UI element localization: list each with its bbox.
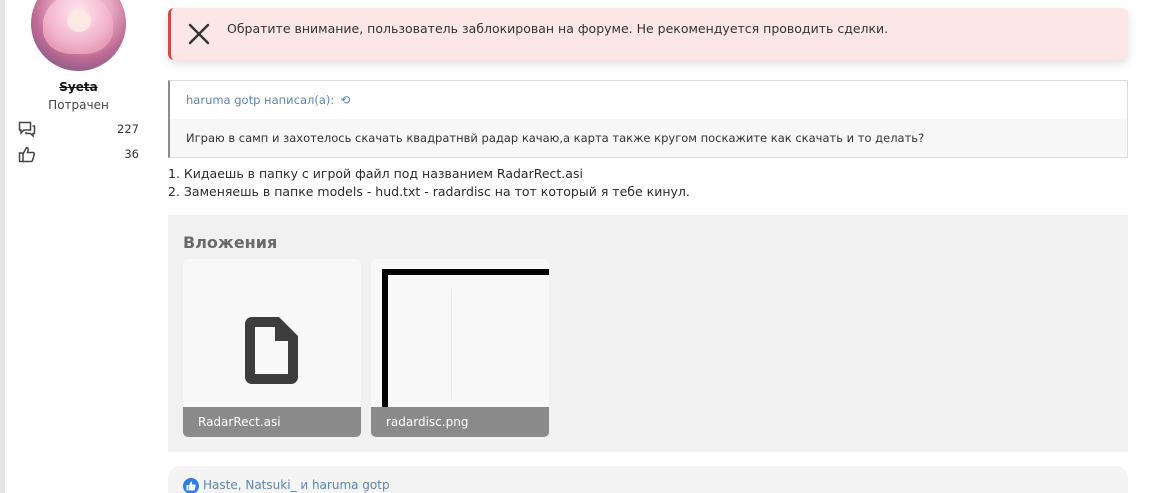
reactions-users[interactable]: Haste, Natsuki_ и haruma gotp: [203, 478, 390, 492]
banner-text: Обратите внимание, пользователь заблокир…: [227, 20, 889, 36]
page-left-border: [0, 0, 5, 493]
message-line-2: 2. Заменяешь в папке models - hud.txt - …: [168, 184, 690, 199]
thumbs-up-icon: [18, 146, 36, 163]
blocked-user-banner: Обратите внимание, пользователь заблокир…: [168, 8, 1128, 60]
message-line-1: 1. Кидаешь в папку с игрой файл под назв…: [168, 166, 583, 181]
attachments-section: Вложения RadarRect.asi radardisc.png: [168, 215, 1128, 452]
attachment-tile-radarrect[interactable]: RadarRect.asi: [183, 259, 361, 437]
attachment-tile-radardisc[interactable]: radardisc.png: [371, 259, 549, 437]
like-reaction-icon: [183, 478, 199, 493]
quote-text: Играю в самп и захотелось скачать квадра…: [170, 119, 1127, 157]
reactions-count: 36: [124, 147, 139, 161]
user-title: Потрачен: [48, 98, 109, 112]
avatar-face: [67, 10, 91, 32]
close-x-icon[interactable]: [171, 22, 227, 46]
quote-author-link[interactable]: haruma gotp написал(а):: [186, 93, 334, 107]
undo-arrow-icon[interactable]: ⟲: [340, 93, 350, 107]
quote-header: haruma gotp написал(а): ⟲: [170, 81, 1127, 119]
messages-stat: 227: [18, 120, 139, 138]
attachment-filename[interactable]: RadarRect.asi: [183, 407, 361, 437]
messages-count: 227: [117, 122, 139, 136]
attachment-filename[interactable]: radardisc.png: [371, 407, 549, 437]
image-preview-detail: [451, 289, 452, 399]
speech-bubbles-icon: [18, 121, 36, 138]
attachments-title: Вложения: [183, 233, 278, 252]
file-icon: [244, 317, 300, 389]
reactions-bar[interactable]: Haste, Natsuki_ и haruma gotp: [168, 466, 1128, 493]
reactions-stat: 36: [18, 145, 139, 163]
quote-block: haruma gotp написал(а): ⟲ Играю в самп и…: [168, 80, 1128, 158]
image-preview-frame-top: [382, 269, 549, 275]
user-avatar[interactable]: [31, 0, 126, 71]
username-link[interactable]: Syeta: [0, 80, 157, 94]
